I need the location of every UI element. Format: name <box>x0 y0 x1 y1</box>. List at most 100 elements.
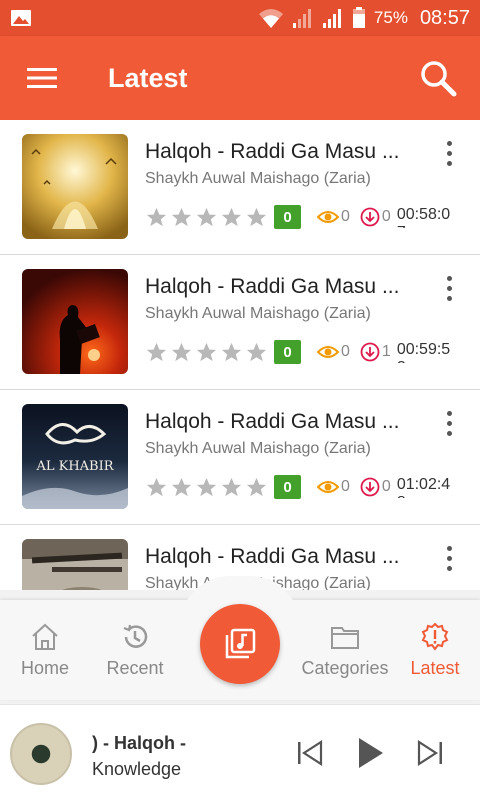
track-row[interactable]: Halqoh - Raddi Ga Masu ... Shaykh Auwal … <box>0 120 480 255</box>
eye-icon <box>317 481 339 493</box>
nav-home-label: Home <box>20 658 69 678</box>
track-stats: 0 0 1 00:59:52 <box>145 339 465 365</box>
track-artwork <box>22 539 128 590</box>
nav-home[interactable]: Home <box>0 622 90 679</box>
folder-icon <box>331 627 359 649</box>
star-icon <box>196 342 217 361</box>
signal-sim1-icon <box>292 9 311 28</box>
star-icon <box>146 207 167 226</box>
track-duration: 01:02:48 <box>396 476 451 498</box>
more-options-button[interactable] <box>438 273 460 303</box>
mini-player[interactable]: ) - Halqoh - Knowledge <box>0 704 480 800</box>
star-icon <box>246 477 267 496</box>
star-icon <box>196 477 217 496</box>
eye-icon <box>317 211 339 223</box>
track-artwork: AL KHABIR <box>22 404 128 509</box>
views-value: 0 <box>341 478 350 495</box>
download-icon <box>360 207 380 227</box>
views-count: 0 <box>317 208 350 226</box>
more-options-button[interactable] <box>438 138 460 168</box>
track-artwork <box>22 269 128 374</box>
skip-previous-icon <box>298 739 323 767</box>
more-options-button[interactable] <box>438 543 460 573</box>
page-title: Latest <box>108 62 188 93</box>
star-rating[interactable] <box>145 476 268 499</box>
star-icon <box>171 207 192 226</box>
nav-categories[interactable]: Categories <box>300 622 390 679</box>
star-icon <box>196 207 217 226</box>
wifi-icon <box>258 9 283 28</box>
download-icon <box>360 342 380 362</box>
star-icon <box>246 342 267 361</box>
nav-recent-label: Recent <box>106 658 164 678</box>
star-icon <box>146 342 167 361</box>
star-icon <box>221 342 242 361</box>
track-artist: Shaykh Auwal Maishago (Zaria) <box>145 440 371 457</box>
track-title: Halqoh - Raddi Ga Masu ... <box>145 275 400 298</box>
battery-percent: 75% <box>373 8 408 27</box>
previous-button[interactable] <box>292 735 328 771</box>
track-list[interactable]: Halqoh - Raddi Ga Masu ... Shaykh Auwal … <box>0 120 480 590</box>
artwork-caption: AL KHABIR <box>35 459 114 474</box>
app-bar: Latest <box>0 36 480 120</box>
status-bar: 75% 08:57 <box>0 0 480 36</box>
nav-latest-label: Latest <box>410 658 460 678</box>
gallery-notification-icon <box>11 10 31 26</box>
track-title: Halqoh - Raddi Ga Masu ... <box>145 545 400 568</box>
play-icon <box>359 738 383 768</box>
track-artist: Shaykh Auwal Maishago (Zaria) <box>145 170 371 187</box>
star-icon <box>146 477 167 496</box>
track-row[interactable]: AL KHABIR Halqoh - Raddi Ga Masu ... Sha… <box>0 390 480 525</box>
downloads-value: 0 <box>381 478 391 495</box>
skip-next-icon <box>417 739 442 767</box>
rating-badge: 0 <box>274 205 301 229</box>
star-rating[interactable] <box>145 341 268 364</box>
battery-icon <box>352 7 365 28</box>
signal-sim2-icon <box>322 9 341 28</box>
rating-badge: 0 <box>274 340 301 364</box>
views-count: 0 <box>317 343 350 361</box>
track-stats: 0 0 0 01:02:48 <box>145 474 465 500</box>
download-icon <box>360 477 380 497</box>
menu-button[interactable] <box>0 36 84 120</box>
bottom-navigation: Home Recent Categories Latest <box>0 576 480 700</box>
downloads-count: 0 <box>360 477 391 497</box>
history-icon <box>123 624 148 648</box>
play-button[interactable] <box>352 735 388 771</box>
clock: 08:57 <box>419 6 470 29</box>
player-subtitle: Knowledge <box>92 759 182 779</box>
search-button[interactable] <box>396 36 480 120</box>
nav-categories-label: Categories <box>301 658 389 678</box>
star-icon <box>171 477 192 496</box>
nav-latest[interactable]: Latest <box>390 622 480 679</box>
track-duration: 00:58:07 <box>396 206 451 228</box>
rating-badge: 0 <box>274 475 301 499</box>
track-title: Halqoh - Raddi Ga Masu ... <box>145 140 400 163</box>
star-rating[interactable] <box>145 206 268 229</box>
music-library-icon <box>225 628 256 659</box>
player-artwork <box>10 723 72 785</box>
next-button[interactable] <box>412 735 448 771</box>
hamburger-icon <box>27 68 57 88</box>
views-count: 0 <box>317 478 350 496</box>
star-icon <box>221 477 242 496</box>
home-icon <box>32 623 58 650</box>
star-icon <box>246 207 267 226</box>
library-fab-button[interactable] <box>200 604 280 684</box>
track-row[interactable]: Halqoh - Raddi Ga Masu ... Shaykh Auwal … <box>0 255 480 390</box>
downloads-count: 0 <box>360 207 391 227</box>
search-icon <box>421 61 457 97</box>
star-icon <box>171 342 192 361</box>
new-badge-icon <box>421 622 449 651</box>
downloads-value: 0 <box>381 208 391 225</box>
eye-icon <box>317 346 339 358</box>
views-value: 0 <box>341 343 350 360</box>
downloads-value: 1 <box>381 343 391 360</box>
more-options-button[interactable] <box>438 408 460 438</box>
track-duration: 00:59:52 <box>396 341 451 363</box>
track-artwork <box>22 134 128 239</box>
track-title: Halqoh - Raddi Ga Masu ... <box>145 410 400 433</box>
nav-recent[interactable]: Recent <box>90 622 180 679</box>
track-artist: Shaykh Auwal Maishago (Zaria) <box>145 305 371 322</box>
views-value: 0 <box>341 208 350 225</box>
